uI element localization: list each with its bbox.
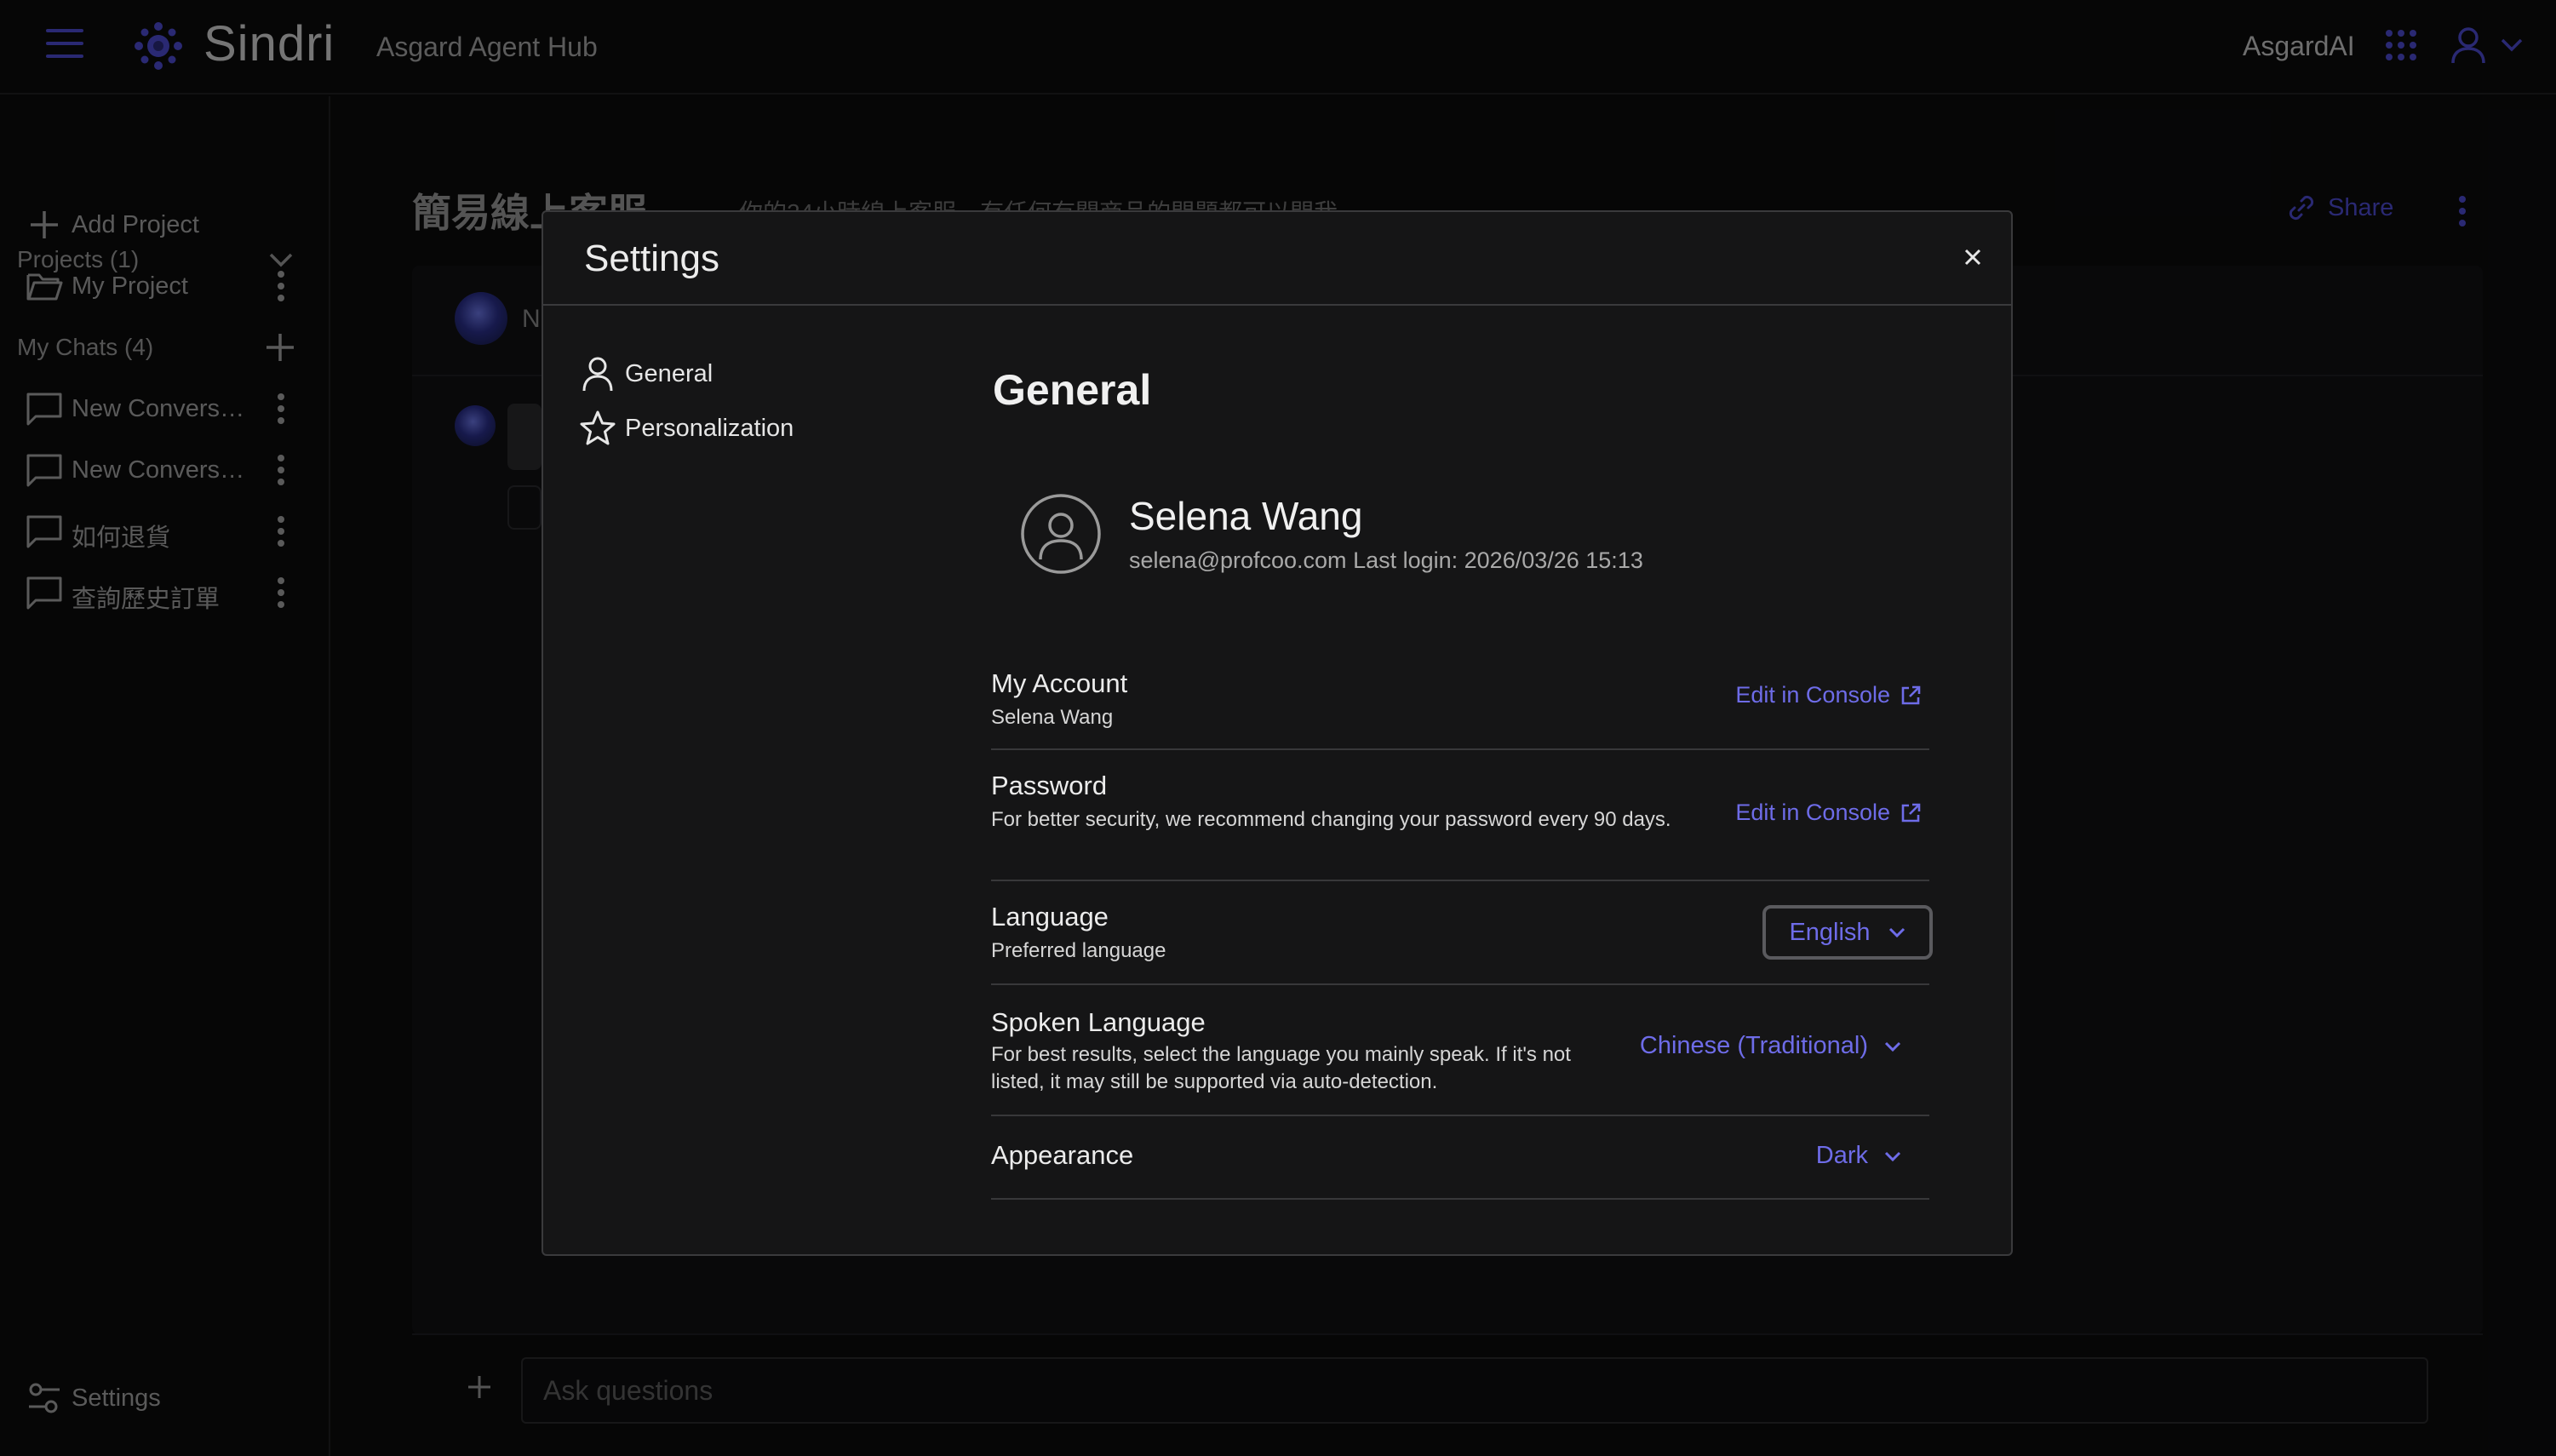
edit-in-console-link[interactable]: Edit in Console	[1735, 682, 1923, 708]
setting-label: Spoken Language	[991, 1007, 1206, 1037]
dialog-header: Settings	[543, 212, 2011, 306]
setting-row-appearance: Appearance Dark	[991, 1116, 1929, 1200]
nav-item-personalization[interactable]: Personalization	[579, 410, 794, 447]
spoken-language-select[interactable]: Chinese (Traditional)	[1640, 1032, 1902, 1060]
setting-description: For better security, we recommend changi…	[991, 808, 1671, 831]
setting-row-my-account: My Account Selena Wang Edit in Console	[991, 662, 1929, 750]
profile-meta: selena@profcoo.com Last login: 2026/03/2…	[1129, 547, 1643, 574]
setting-label: Appearance	[991, 1140, 1134, 1170]
edit-link-label: Edit in Console	[1735, 800, 1890, 825]
profile-last-login: Last login: 2026/03/26 15:13	[1353, 547, 1643, 573]
language-value: English	[1789, 918, 1871, 946]
external-link-icon	[1901, 685, 1921, 704]
setting-label: Language	[991, 902, 1109, 931]
edit-in-console-link[interactable]: Edit in Console	[1735, 800, 1923, 826]
setting-description: For best results, select the language yo…	[991, 1043, 1571, 1093]
nav-item-general[interactable]: General	[579, 355, 713, 393]
setting-row-spoken-language: Spoken Language For best results, select…	[991, 985, 1929, 1116]
user-icon	[582, 357, 613, 392]
external-link-icon	[1901, 803, 1921, 822]
close-icon[interactable]	[1958, 243, 1987, 272]
star-icon	[580, 410, 616, 445]
chevron-down-icon	[1884, 1041, 1901, 1052]
nav-item-label: General	[625, 359, 714, 387]
section-title: General	[993, 366, 1152, 414]
setting-label: My Account	[991, 668, 1128, 698]
setting-description: Selena Wang	[991, 706, 1114, 729]
setting-row-password: Password For better security, we recomme…	[991, 750, 1929, 881]
chevron-down-icon	[1888, 927, 1905, 938]
nav-item-label: Personalization	[625, 414, 794, 442]
appearance-value: Dark	[1815, 1142, 1868, 1169]
profile-avatar-icon	[1021, 494, 1101, 574]
profile-name: Selena Wang	[1129, 494, 1363, 538]
language-select[interactable]: English	[1762, 905, 1933, 960]
setting-description: Preferred language	[991, 939, 1166, 962]
setting-row-language: Language Preferred language English	[991, 881, 1933, 985]
dialog-title: Settings	[584, 238, 719, 279]
edit-link-label: Edit in Console	[1735, 682, 1890, 708]
profile-email: selena@profcoo.com	[1129, 547, 1347, 573]
chevron-down-icon	[1884, 1151, 1901, 1161]
setting-label: Password	[991, 771, 1108, 800]
spoken-language-value: Chinese (Traditional)	[1639, 1032, 1868, 1059]
appearance-select[interactable]: Dark	[1816, 1142, 1902, 1170]
